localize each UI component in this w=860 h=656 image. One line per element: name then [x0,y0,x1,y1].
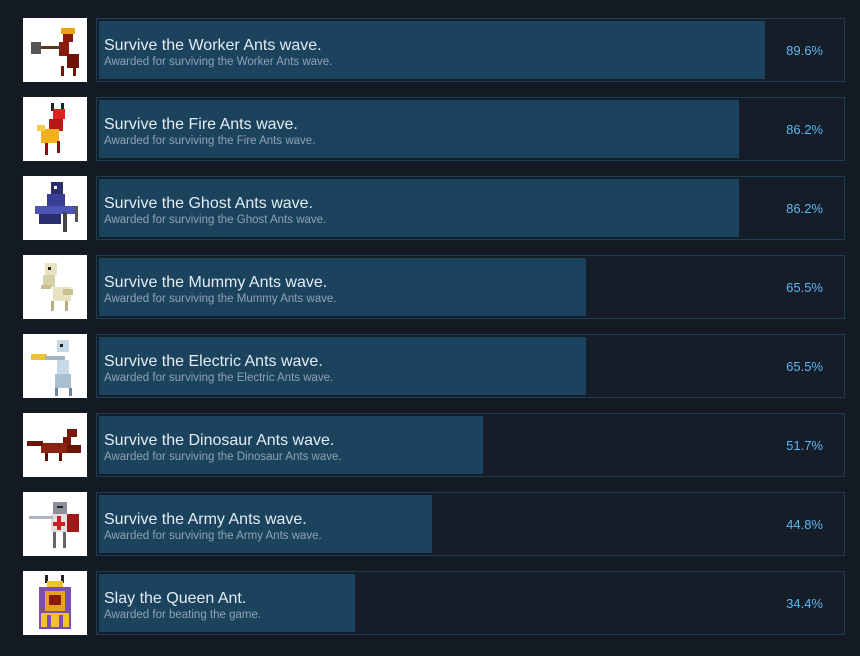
achievement-percent: 86.2% [786,201,823,216]
mummy-ant-icon [23,255,87,319]
achievement-row[interactable]: Survive the Electric Ants wave. Awarded … [23,334,845,398]
fire-ant-icon [23,97,87,161]
achievement-percent: 34.4% [786,596,823,611]
achievement-list: Survive the Worker Ants wave. Awarded fo… [0,0,860,656]
achievement-description: Awarded for surviving the Dinosaur Ants … [104,451,342,463]
queen-ant-icon [23,571,87,635]
achievement-title: Survive the Dinosaur Ants wave. [104,432,335,449]
dinosaur-ant-icon [23,413,87,477]
electric-ant-icon [23,334,87,398]
achievement-row[interactable]: Survive the Fire Ants wave. Awarded for … [23,97,845,161]
army-ant-icon [23,492,87,556]
achievement-percent: 86.2% [786,122,823,137]
achievement-title: Survive the Ghost Ants wave. [104,195,313,212]
worker-ant-icon [23,18,87,82]
progress-bar: Survive the Worker Ants wave. Awarded fo… [96,18,845,82]
achievement-row[interactable]: Survive the Army Ants wave. Awarded for … [23,492,845,556]
achievement-title: Survive the Mummy Ants wave. [104,274,328,291]
achievement-description: Awarded for surviving the Electric Ants … [104,372,334,384]
progress-bar: Survive the Fire Ants wave. Awarded for … [96,97,845,161]
achievement-description: Awarded for surviving the Army Ants wave… [104,530,322,542]
achievement-description: Awarded for surviving the Mummy Ants wav… [104,293,337,305]
progress-bar: Survive the Electric Ants wave. Awarded … [96,334,845,398]
progress-bar: Survive the Army Ants wave. Awarded for … [96,492,845,556]
achievement-title: Survive the Worker Ants wave. [104,37,322,54]
achievement-row[interactable]: Survive the Ghost Ants wave. Awarded for… [23,176,845,240]
achievement-row[interactable]: Survive the Dinosaur Ants wave. Awarded … [23,413,845,477]
achievement-row[interactable]: Survive the Worker Ants wave. Awarded fo… [23,18,845,82]
achievement-percent: 65.5% [786,280,823,295]
progress-bar: Survive the Dinosaur Ants wave. Awarded … [96,413,845,477]
achievement-title: Slay the Queen Ant. [104,590,247,607]
achievement-percent: 44.8% [786,517,823,532]
achievement-percent: 89.6% [786,43,823,58]
progress-bar: Survive the Ghost Ants wave. Awarded for… [96,176,845,240]
achievement-row[interactable]: Slay the Queen Ant. Awarded for beating … [23,571,845,635]
achievement-row[interactable]: Survive the Mummy Ants wave. Awarded for… [23,255,845,319]
ghost-ant-icon [23,176,87,240]
achievement-percent: 51.7% [786,438,823,453]
progress-bar: Slay the Queen Ant. Awarded for beating … [96,571,845,635]
achievement-title: Survive the Fire Ants wave. [104,116,298,133]
progress-bar: Survive the Mummy Ants wave. Awarded for… [96,255,845,319]
achievement-description: Awarded for beating the game. [104,609,262,621]
achievement-description: Awarded for surviving the Ghost Ants wav… [104,214,327,226]
achievement-title: Survive the Army Ants wave. [104,511,307,528]
achievement-description: Awarded for surviving the Worker Ants wa… [104,56,333,68]
achievement-title: Survive the Electric Ants wave. [104,353,323,370]
achievement-percent: 65.5% [786,359,823,374]
achievement-description: Awarded for surviving the Fire Ants wave… [104,135,316,147]
